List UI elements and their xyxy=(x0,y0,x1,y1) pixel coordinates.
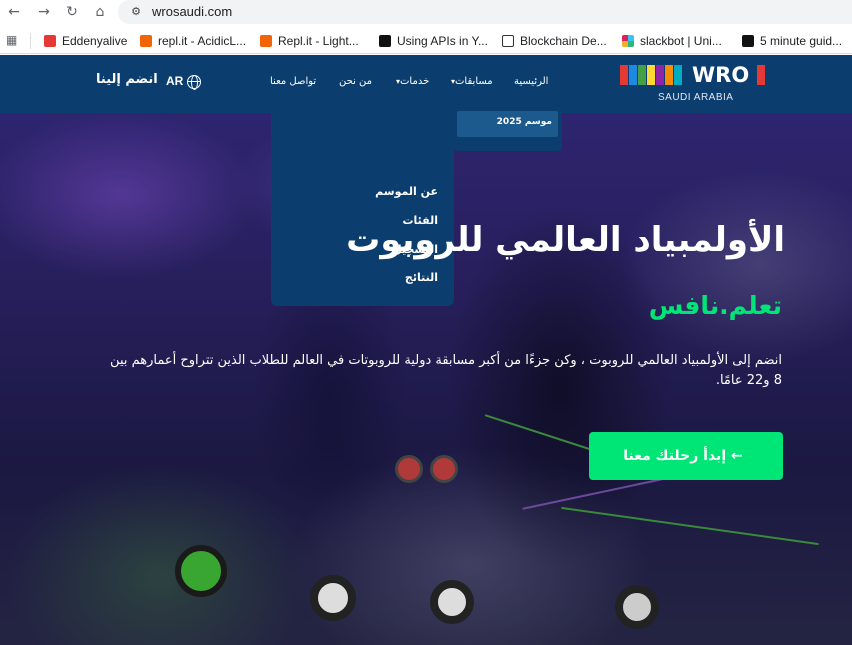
apps-grid-icon[interactable]: ▦ xyxy=(6,33,20,47)
bookmark-favicon-icon xyxy=(742,35,754,47)
hero-title: الأولمبياد العالمي للروبوت xyxy=(346,220,785,260)
bookmark-item[interactable]: Eddenyalive xyxy=(44,32,127,50)
website: WRO SAUDI ARABIA الرئيسية ▾مسابقات ▾خدما… xyxy=(0,55,852,645)
robot-wheel-decor xyxy=(430,455,458,483)
language-switch[interactable]: AR xyxy=(166,74,183,88)
hero-tagline: تعلم.نافس xyxy=(648,291,782,320)
arrow-left-icon: ← xyxy=(726,448,743,464)
address-bar[interactable]: ⚙ wrosaudi.com xyxy=(118,0,852,24)
bookmark-item[interactable]: slackbot | Uni... xyxy=(622,32,722,50)
nav-competitions-label: مسابقات xyxy=(455,76,493,87)
nav-about[interactable]: من نحن xyxy=(339,76,372,87)
bookmark-favicon-icon xyxy=(502,35,514,47)
robot-wheel-decor xyxy=(175,545,227,597)
dropdown-item-results[interactable]: النتائج xyxy=(405,271,438,284)
logo-figures-icon xyxy=(620,65,683,87)
robot-wheel-decor xyxy=(615,585,659,629)
dropdown-item-about-season[interactable]: عن الموسم xyxy=(375,185,438,198)
bookmarks-divider xyxy=(30,33,31,49)
season-label: موسم 2025 xyxy=(496,117,552,127)
nav-services-label: خدمات xyxy=(400,76,430,87)
join-us-link[interactable]: انضم إلينا xyxy=(96,72,158,87)
bookmark-item[interactable]: 5 minute guid... xyxy=(742,32,842,50)
robot-wheel-decor xyxy=(310,575,356,621)
nav-contact[interactable]: تواصل معنا xyxy=(270,76,316,87)
nav-home[interactable]: الرئيسية xyxy=(514,76,548,87)
bookmarks-bar: ▦ Eddenyalive repl.it - AcidicL... Repl.… xyxy=(0,28,852,54)
arrow-left-icon[interactable]: ← xyxy=(4,2,24,22)
dropdown-item-season-2025[interactable]: موسم 2025 xyxy=(457,111,558,137)
globe-icon[interactable] xyxy=(187,75,201,90)
hero-description: انضم إلى الأولمبياد العالمي للروبوت ، وك… xyxy=(110,353,782,388)
bookmark-favicon-icon xyxy=(379,35,391,47)
bookmark-favicon-icon xyxy=(44,35,56,47)
nav-services[interactable]: ▾خدمات xyxy=(394,76,429,87)
slack-icon xyxy=(622,35,634,47)
bookmark-item[interactable]: Blockchain De... xyxy=(502,32,607,50)
bookmark-item[interactable]: Using APIs in Y... xyxy=(379,32,488,50)
competitions-dropdown: موسم 2025 xyxy=(453,111,562,151)
season-submenu-dropdown: عن الموسم الفئات التسجيل النتائج xyxy=(271,111,454,306)
cta-label: إبدأ رحلتك معنا xyxy=(623,448,727,464)
wro-logo[interactable]: WRO SAUDI ARABIA xyxy=(620,63,770,105)
bookmark-favicon-icon xyxy=(140,35,152,47)
home-icon[interactable]: ⌂ xyxy=(90,2,110,22)
reload-icon[interactable]: ↻ xyxy=(62,2,82,22)
bookmark-item[interactable]: Repl.it - Light... xyxy=(260,32,359,50)
nav-competitions[interactable]: ▾مسابقات xyxy=(449,76,493,87)
logo-text: WRO xyxy=(692,63,750,87)
url-text[interactable]: wrosaudi.com xyxy=(152,4,232,20)
bookmark-favicon-icon xyxy=(260,35,272,47)
logo-subtitle: SAUDI ARABIA xyxy=(658,92,734,103)
robot-wheel-decor xyxy=(395,455,423,483)
site-info-icon[interactable]: ⚙ xyxy=(128,4,144,20)
logo-red-figure-icon xyxy=(757,65,769,85)
browser-toolbar: ← → ↻ ⌂ ⚙ wrosaudi.com xyxy=(0,0,852,24)
start-journey-button[interactable]: إبدأ رحلتك معنا ← xyxy=(589,432,783,480)
bookmark-item[interactable]: repl.it - AcidicL... xyxy=(140,32,246,50)
robot-wheel-decor xyxy=(430,580,474,624)
site-navbar: WRO SAUDI ARABIA الرئيسية ▾مسابقات ▾خدما… xyxy=(0,55,852,113)
arrow-right-icon[interactable]: → xyxy=(34,2,54,22)
